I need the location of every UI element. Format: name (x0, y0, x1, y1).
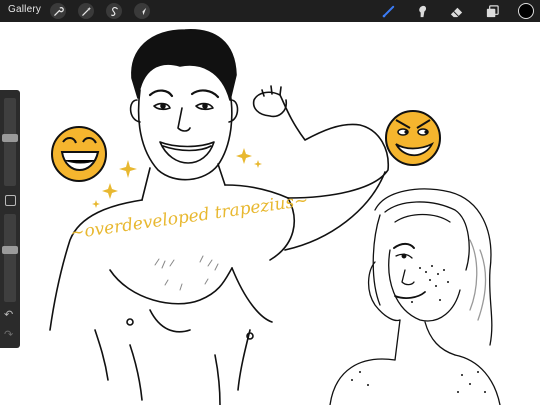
flexed-arm (279, 94, 389, 199)
brush-icon[interactable] (380, 3, 396, 19)
color-swatch[interactable] (518, 3, 534, 19)
chest (109, 267, 233, 305)
wrench-icon[interactable] (50, 3, 66, 19)
top-toolbar: Gallery (0, 0, 540, 22)
freckles (351, 265, 486, 393)
smudge-icon[interactable] (414, 3, 430, 19)
eraser-icon[interactable] (448, 3, 464, 19)
man-face (137, 89, 233, 181)
man-grin (159, 141, 215, 164)
magic-wand-icon[interactable] (78, 3, 94, 19)
woman-drawing (329, 188, 501, 405)
selection-icon[interactable] (106, 3, 122, 19)
smirking-emoji (385, 110, 441, 166)
trapezius-caption: ~overdeveloped trapezius~ (69, 190, 310, 243)
gallery-button[interactable]: Gallery (8, 4, 41, 15)
laughing-emoji (51, 126, 107, 182)
drawing-canvas[interactable]: ~overdeveloped trapezius~ (0, 22, 540, 405)
layers-icon[interactable] (484, 3, 500, 19)
transform-icon[interactable] (134, 3, 150, 19)
